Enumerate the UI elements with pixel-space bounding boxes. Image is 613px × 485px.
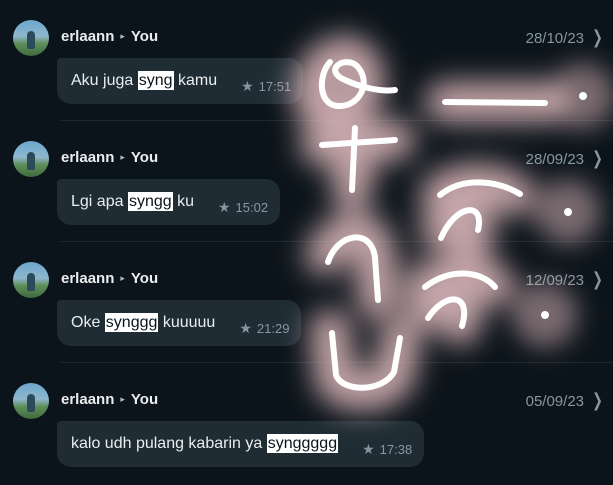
message-time: 15:02 [235, 199, 269, 215]
message-bubble[interactable]: Oke synggg kuuuuu ★ 21:29 [57, 300, 302, 346]
message-header: erlaann ▸ You [61, 391, 158, 408]
arrow-icon: ▸ [120, 273, 125, 283]
message-date: 28/09/23 [525, 151, 584, 168]
message-date: 05/09/23 [525, 393, 584, 410]
message-time: 17:38 [379, 441, 413, 457]
message-text: kalo udh pulang kabarin ya synggggg [71, 434, 339, 453]
search-highlight: synggg [104, 313, 159, 332]
message-text: Aku juga syng kamu [71, 71, 218, 90]
message-text-before: kalo udh pulang kabarin ya [71, 435, 267, 452]
message-bubble[interactable]: kalo udh pulang kabarin ya synggggg ★ 17… [57, 421, 425, 467]
recipient-name: You [130, 149, 159, 166]
starred-messages-list: erlaann ▸ You 28/10/23 ❯ Aku juga syng k… [0, 0, 613, 485]
list-item[interactable]: erlaann ▸ You 12/09/23 ❯ Oke synggg kuuu… [0, 242, 613, 363]
recipient-name: You [130, 28, 159, 45]
star-icon: ★ [239, 319, 252, 336]
avatar[interactable] [13, 262, 49, 298]
message-text-before: Aku juga [71, 72, 138, 89]
message-bubble[interactable]: Aku juga syng kamu ★ 17:51 [57, 58, 304, 104]
list-item[interactable]: erlaann ▸ You 28/10/23 ❯ Aku juga syng k… [0, 0, 613, 121]
chevron-right-icon[interactable]: ❯ [592, 148, 603, 169]
chevron-right-icon[interactable]: ❯ [592, 269, 603, 290]
message-time: 17:51 [258, 78, 292, 94]
sender-name: erlaann [61, 28, 115, 45]
search-highlight: synggggg [266, 434, 339, 453]
message-meta: ★ 17:38 [362, 441, 412, 458]
message-bubble[interactable]: Lgi apa syngg ku ★ 15:02 [57, 179, 281, 225]
recipient-name: You [130, 391, 159, 408]
message-text-after: kamu [173, 72, 218, 89]
arrow-icon: ▸ [120, 394, 125, 404]
sender-name: erlaann [61, 149, 115, 166]
search-highlight: syngg [127, 192, 173, 211]
list-item[interactable]: erlaann ▸ You 28/09/23 ❯ Lgi apa syngg k… [0, 121, 613, 242]
message-meta: ★ 21:29 [239, 320, 289, 337]
chevron-right-icon[interactable]: ❯ [592, 390, 603, 411]
message-meta: ★ 17:51 [241, 78, 291, 95]
message-text: Lgi apa syngg ku [71, 192, 194, 211]
sender-name: erlaann [61, 270, 115, 287]
message-text-after: ku [172, 193, 194, 210]
arrow-icon: ▸ [120, 31, 125, 41]
message-text-before: Oke [71, 314, 105, 331]
message-text-before: Lgi apa [71, 193, 128, 210]
message-meta: ★ 15:02 [218, 199, 268, 216]
recipient-name: You [130, 270, 159, 287]
list-item[interactable]: erlaann ▸ You 05/09/23 ❯ kalo udh pulang… [0, 363, 613, 484]
message-header: erlaann ▸ You [61, 270, 158, 287]
avatar[interactable] [13, 141, 49, 177]
message-text: Oke synggg kuuuuu [71, 313, 216, 332]
message-header: erlaann ▸ You [61, 28, 158, 45]
avatar[interactable] [13, 20, 49, 56]
star-icon: ★ [217, 198, 231, 215]
message-date: 28/10/23 [525, 30, 584, 47]
message-header: erlaann ▸ You [61, 149, 158, 166]
message-text-after: kuuuuu [158, 314, 216, 331]
sender-name: erlaann [61, 391, 115, 408]
star-icon: ★ [241, 77, 254, 94]
chevron-right-icon[interactable]: ❯ [592, 27, 603, 48]
star-icon: ★ [362, 440, 375, 457]
arrow-icon: ▸ [120, 152, 125, 162]
message-time: 21:29 [256, 320, 290, 336]
avatar[interactable] [13, 383, 49, 419]
search-highlight: syng [137, 71, 174, 90]
message-date: 12/09/23 [525, 272, 584, 289]
